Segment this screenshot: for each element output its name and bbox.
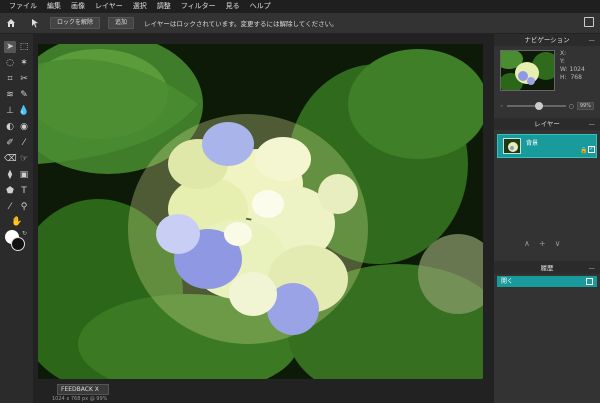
layers-panel: レイヤー — 背景 🔒 ✓ ∧ + ∨ [494,118,600,261]
status-bar: 1024 x 768 px @ 99% [52,396,108,402]
canvas-image[interactable] [38,44,483,379]
zoom-in-icon[interactable]: ○ [569,103,574,110]
crop-icon[interactable]: ⌗ [4,73,16,85]
menu-file[interactable]: ファイル [4,0,42,13]
swap-colors-icon[interactable]: ↻ [22,230,27,237]
menu-bar: ファイル 編集 画像 レイヤー 選択 調整 フィルター 見る ヘルプ [0,0,600,13]
content-aware-icon[interactable]: ≋ [4,89,16,101]
visibility-checkbox[interactable]: ✓ [588,146,595,153]
blur-icon[interactable]: 💧 [18,105,30,117]
layer-actions: ∧ + ∨ [524,239,560,248]
feedback-tab[interactable]: FEEDBACK X [57,384,109,395]
lock-icon[interactable]: 🔒 [580,147,587,154]
hand-icon[interactable]: ✋ [11,216,23,228]
healing-icon[interactable]: ✎ [18,89,30,101]
brush-icon[interactable]: ⁄ [18,137,30,149]
background-color-swatch[interactable] [11,237,25,251]
gradient-icon[interactable]: ▣ [18,169,30,181]
w-label: W: [560,66,568,73]
add-layer-icon[interactable]: + [539,239,546,248]
pencil-icon[interactable]: ✐ [4,137,16,149]
menu-filter[interactable]: フィルター [176,0,221,13]
collapse-icon[interactable]: — [589,34,596,46]
history-title: 履歴 — [494,262,600,274]
zoom-slider-knob[interactable] [534,102,543,110]
history-item-label: 開く [501,278,514,285]
home-icon[interactable] [4,16,18,30]
marquee-icon[interactable]: ⬚ [18,41,30,53]
y-label: Y: [560,58,565,65]
navigation-thumbnail[interactable] [500,50,555,91]
history-panel: 履歴 — 開く [494,262,600,403]
tools-panel: ➤ ⬚ ◌ ✶ ⌗ ✂ ≋ ✎ ⊥ 💧 ◐ ◉ ✐ ⁄ ⌫ ☞ ⧫ ▣ ⬟ T … [0,34,33,403]
h-label: H: [560,74,567,81]
shape-icon[interactable]: ⬟ [4,185,16,197]
history-collapse-icon[interactable]: — [589,262,596,274]
zoom-value[interactable]: 99% [576,102,594,110]
move-up-icon[interactable]: ∧ [524,239,530,248]
layers-title: レイヤー — [494,118,600,130]
menu-image[interactable]: 画像 [66,0,90,13]
w-value: 1024 [569,66,585,73]
menu-select[interactable]: 選択 [128,0,152,13]
history-item[interactable]: 開く [497,276,597,287]
h-value: 768 [570,74,582,81]
move-down-icon[interactable]: ∨ [555,239,561,248]
menu-edit[interactable]: 編集 [42,0,66,13]
zoom-out-icon[interactable]: ◦ [500,103,504,110]
menu-view[interactable]: 見る [221,0,245,13]
options-toolbar: ロックを解除 追加 レイヤーはロックされています。変更するには解除してください。 [0,13,600,34]
move-icon[interactable]: ➤ [4,41,16,53]
add-button[interactable]: 追加 [108,17,135,29]
text-icon[interactable]: T [18,185,30,197]
bucket-icon[interactable]: ⧫ [4,169,16,181]
smudge-icon[interactable]: ☞ [18,153,30,165]
lasso-icon[interactable]: ◌ [4,57,16,69]
layer-thumbnail [503,138,521,154]
sponge-icon[interactable]: ◉ [18,121,30,133]
unlock-button[interactable]: ロックを解除 [50,17,101,29]
eraser-icon[interactable]: ⌫ [4,153,17,165]
zoom-icon[interactable]: ⚲ [18,201,30,213]
navigation-panel: ナビゲーション — X: Y: W: 1024 H: 768 ◦ ○ 99% [494,34,600,118]
stamp-icon[interactable]: ⊥ [4,105,16,117]
panel-toggle-icon[interactable] [584,17,594,27]
layers-collapse-icon[interactable]: — [589,118,596,130]
dodge-icon[interactable]: ◐ [4,121,16,133]
menu-adjust[interactable]: 調整 [152,0,176,13]
lock-message: レイヤーはロックされています。変更するには解除してください。 [144,20,338,28]
magic-wand-icon[interactable]: ✶ [18,57,30,69]
eyedropper-icon[interactable]: ⁄ [4,201,16,213]
navigation-title: ナビゲーション — [494,34,600,46]
move-tool-icon [28,16,42,30]
menu-layer[interactable]: レイヤー [90,0,128,13]
zoom-control: ◦ ○ 99% [500,101,594,111]
history-document-icon [586,278,593,285]
x-label: X: [560,50,567,57]
layer-item[interactable]: 背景 🔒 ✓ [497,134,597,158]
scissors-icon[interactable]: ✂ [18,73,30,85]
menu-help[interactable]: ヘルプ [245,0,276,13]
navigation-info: X: Y: W: 1024 H: 768 [560,50,585,82]
layer-name: 背景 [526,140,539,147]
zoom-slider[interactable] [506,102,566,110]
